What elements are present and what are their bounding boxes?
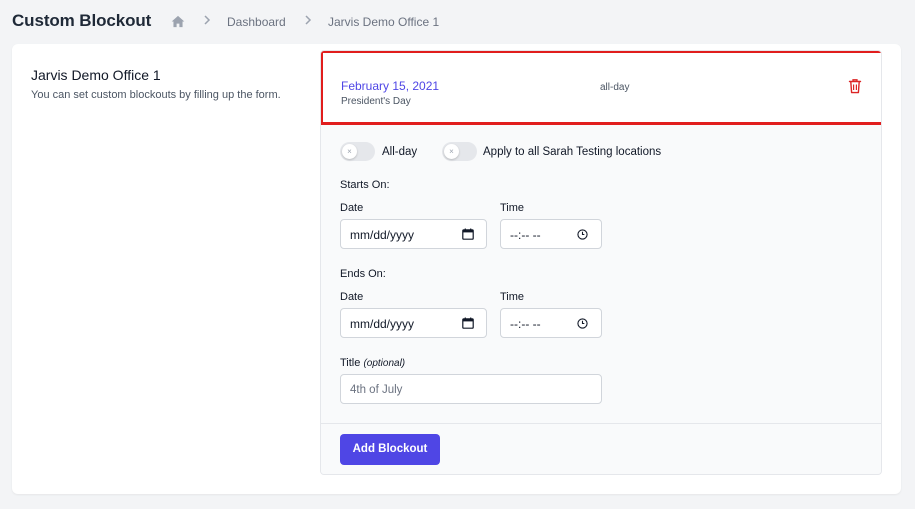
breadcrumb-current-office[interactable]: Jarvis Demo Office 1	[328, 15, 439, 29]
start-time-value: --:-- --	[510, 228, 541, 242]
title-optional-hint: (optional)	[363, 358, 406, 369]
toggle-off-icon: ×	[342, 144, 357, 159]
end-date-label: Date	[340, 291, 364, 303]
title-label: Title (optional)	[340, 357, 405, 369]
end-date-input[interactable]: mm/dd/yyyy	[340, 308, 487, 338]
office-description: You can set custom blockouts by filling …	[31, 89, 281, 101]
trash-icon[interactable]	[848, 78, 862, 94]
ends-on-heading: Ends On:	[340, 268, 386, 280]
title-label-text: Title	[340, 357, 361, 369]
allday-toggle-label: All-day	[382, 146, 418, 158]
toggle-off-icon: ×	[444, 144, 459, 159]
start-time-input[interactable]: --:-- --	[500, 219, 602, 249]
blockout-duration: all-day	[600, 82, 630, 93]
breadcrumb-dashboard[interactable]: Dashboard	[227, 15, 286, 29]
end-time-input[interactable]: --:-- --	[500, 308, 602, 338]
form-footer: Add Blockout	[321, 423, 881, 474]
end-time-label: Time	[500, 291, 525, 303]
clock-icon[interactable]	[577, 229, 588, 240]
end-date-value: mm/dd/yyyy	[350, 317, 415, 331]
calendar-icon[interactable]	[462, 317, 474, 329]
add-blockout-button[interactable]: Add Blockout	[340, 434, 440, 465]
blockout-list-item: February 15, 2021 President's Day all-da…	[321, 51, 881, 125]
page-header: Custom Blockout Dashboard Jarvis Demo Of…	[0, 0, 915, 44]
starts-on-heading: Starts On:	[340, 179, 390, 191]
start-time-label: Time	[500, 202, 525, 214]
chevron-right-icon	[204, 15, 211, 25]
office-title: Jarvis Demo Office 1	[31, 67, 161, 83]
apply-all-locations-toggle[interactable]: ×	[442, 142, 477, 161]
clock-icon[interactable]	[577, 318, 588, 329]
apply-all-locations-label: Apply to all Sarah Testing locations	[483, 146, 662, 158]
chevron-right-icon	[305, 15, 312, 25]
blockout-name: President's Day	[341, 96, 411, 107]
start-date-input[interactable]: mm/dd/yyyy	[340, 219, 487, 249]
title-placeholder: 4th of July	[350, 384, 403, 396]
blockout-form-panel: February 15, 2021 President's Day all-da…	[320, 50, 882, 475]
blockout-date: February 15, 2021	[341, 79, 440, 93]
page-title: Custom Blockout	[12, 11, 152, 30]
allday-toggle[interactable]: ×	[340, 142, 375, 161]
home-icon[interactable]	[171, 15, 185, 28]
main-card: Jarvis Demo Office 1 You can set custom …	[12, 44, 901, 494]
start-date-value: mm/dd/yyyy	[350, 228, 415, 242]
calendar-icon[interactable]	[462, 228, 474, 240]
title-input[interactable]: 4th of July	[340, 374, 602, 404]
start-date-label: Date	[340, 202, 364, 214]
end-time-value: --:-- --	[510, 317, 541, 331]
